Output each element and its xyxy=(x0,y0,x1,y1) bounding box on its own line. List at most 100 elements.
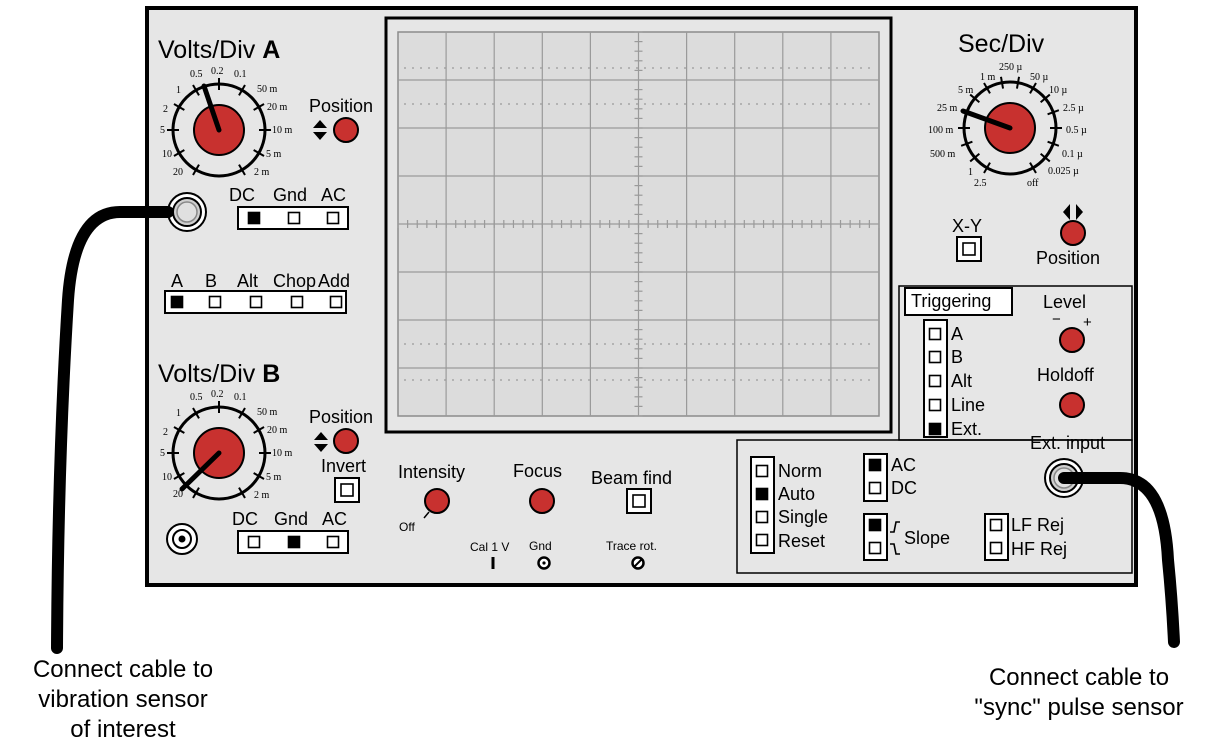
focus-knob[interactable] xyxy=(529,488,555,514)
switch-button[interactable] xyxy=(326,535,340,549)
switch-button[interactable] xyxy=(928,374,942,388)
sec-div-label: 10 µ xyxy=(1049,85,1068,96)
sec-div-label: off xyxy=(1027,178,1039,189)
dial-a-label: 1 xyxy=(176,85,181,96)
switch-button[interactable] xyxy=(329,295,343,309)
gnd-label: Gnd xyxy=(529,539,552,553)
dial-b-label: 5 xyxy=(160,448,165,459)
channel-b-title: Volts/Div B xyxy=(158,360,280,388)
dial-b-label: 20 m xyxy=(267,425,288,436)
dial-a-label: 20 xyxy=(173,167,183,178)
mode-add-label: Add xyxy=(318,271,350,291)
holdoff-knob[interactable] xyxy=(1059,392,1085,418)
coupling-b-ac-label: AC xyxy=(322,509,347,529)
switch-button[interactable] xyxy=(928,422,942,436)
position-a-knob[interactable] xyxy=(333,117,359,143)
trigger-source-line-label: Line xyxy=(951,395,985,415)
level-knob[interactable] xyxy=(1059,327,1085,353)
dial-b-label: 2 m xyxy=(254,490,270,501)
dial-a-label: 2 m xyxy=(254,167,270,178)
sec-div-label: 2.5 µ xyxy=(1063,103,1084,114)
mode-chop-label: Chop xyxy=(273,271,316,291)
coupling-a-gnd-label: Gnd xyxy=(273,185,307,205)
gnd-terminal[interactable] xyxy=(537,556,551,570)
invert-button[interactable] xyxy=(334,477,360,503)
channel-b-bnc-input[interactable] xyxy=(166,523,198,555)
switch-button[interactable] xyxy=(755,510,769,524)
switch-button[interactable] xyxy=(290,295,304,309)
switch-button[interactable] xyxy=(928,327,942,341)
switch-button[interactable] xyxy=(170,295,184,309)
lf-rej-label: LF Rej xyxy=(1011,515,1064,535)
hf-rej-label: HF Rej xyxy=(1011,539,1067,559)
dial-a-label: 5 xyxy=(160,125,165,136)
switch-button[interactable] xyxy=(868,518,882,532)
beam-find-button[interactable] xyxy=(626,488,652,514)
switch-button[interactable] xyxy=(287,211,301,225)
sec-div-title: Sec/Div xyxy=(958,30,1045,58)
dial-b-label: 50 m xyxy=(257,407,278,418)
intensity-label: Intensity xyxy=(398,462,465,482)
switch-button[interactable] xyxy=(928,398,942,412)
crt-screen xyxy=(384,16,893,434)
switch-button[interactable] xyxy=(247,535,261,549)
horizontal-position-knob[interactable] xyxy=(1060,220,1086,246)
trace-rotation-screw[interactable] xyxy=(631,556,645,570)
position-b-label: Position xyxy=(309,407,373,427)
dial-b-label: 0.1 xyxy=(234,392,247,403)
level-label: Level xyxy=(1043,292,1086,312)
switch-button[interactable] xyxy=(928,350,942,364)
switch-button[interactable] xyxy=(208,295,222,309)
switch-button[interactable] xyxy=(247,211,261,225)
trigger-mode-auto-label: Auto xyxy=(778,484,815,504)
position-b-knob[interactable] xyxy=(333,428,359,454)
switch-button[interactable] xyxy=(287,535,301,549)
mode-a-label: A xyxy=(171,271,183,291)
switch-button[interactable] xyxy=(755,487,769,501)
coupling-b-dc-label: DC xyxy=(232,509,258,529)
invert-label: Invert xyxy=(321,456,366,476)
trigger-coupling-ac-label: AC xyxy=(891,455,916,475)
trace-rot-label: Trace rot. xyxy=(606,539,657,553)
intensity-knob[interactable] xyxy=(424,488,450,514)
trigger-coupling-dc-label: DC xyxy=(891,478,917,498)
trigger-mode-single-label: Single xyxy=(778,507,828,527)
switch-button[interactable] xyxy=(755,533,769,547)
coupling-a-dc-label: DC xyxy=(229,185,255,205)
trigger-source-ext-label: Ext. xyxy=(951,419,982,439)
dial-a-label: 10 xyxy=(162,149,172,160)
switch-button[interactable] xyxy=(249,295,263,309)
sec-div-label: 0.025 µ xyxy=(1048,166,1079,177)
left-annotation-line: Connect cable to xyxy=(33,656,213,683)
switch-button[interactable] xyxy=(868,541,882,555)
switch-button[interactable] xyxy=(989,541,1003,555)
dial-a-label: 20 m xyxy=(267,102,288,113)
sec-div-label: 0.1 µ xyxy=(1062,149,1083,160)
beam-find-label: Beam find xyxy=(591,468,672,488)
switch-button[interactable] xyxy=(989,518,1003,532)
switch-button[interactable] xyxy=(868,458,882,472)
focus-label: Focus xyxy=(513,461,562,481)
switch-button[interactable] xyxy=(868,481,882,495)
dial-a-label: 0.2 xyxy=(211,66,224,77)
trigger-source-alt-label: Alt xyxy=(951,371,972,391)
dial-b-label: 2 xyxy=(163,427,168,438)
dial-b-label: 10 m xyxy=(272,448,293,459)
mode-b-label: B xyxy=(205,271,217,291)
dial-b-label: 10 xyxy=(162,472,172,483)
xy-label: X-Y xyxy=(952,216,982,236)
switch-button[interactable] xyxy=(326,211,340,225)
dial-a-label: 2 xyxy=(163,104,168,115)
level-plus-label: + xyxy=(1083,314,1092,331)
dial-a-label: 50 m xyxy=(257,84,278,95)
xy-button[interactable] xyxy=(956,236,982,262)
triggering-title: Triggering xyxy=(911,291,991,311)
trigger-mode-norm-label: Norm xyxy=(778,461,822,481)
holdoff-label: Holdoff xyxy=(1037,365,1095,385)
sec-div-label: 50 µ xyxy=(1030,72,1049,83)
slope-label: Slope xyxy=(904,528,950,548)
dial-b-label: 0.5 xyxy=(190,392,203,403)
switch-button[interactable] xyxy=(755,464,769,478)
cal-label: Cal 1 V xyxy=(470,540,509,554)
dial-b-label: 5 m xyxy=(266,472,282,483)
